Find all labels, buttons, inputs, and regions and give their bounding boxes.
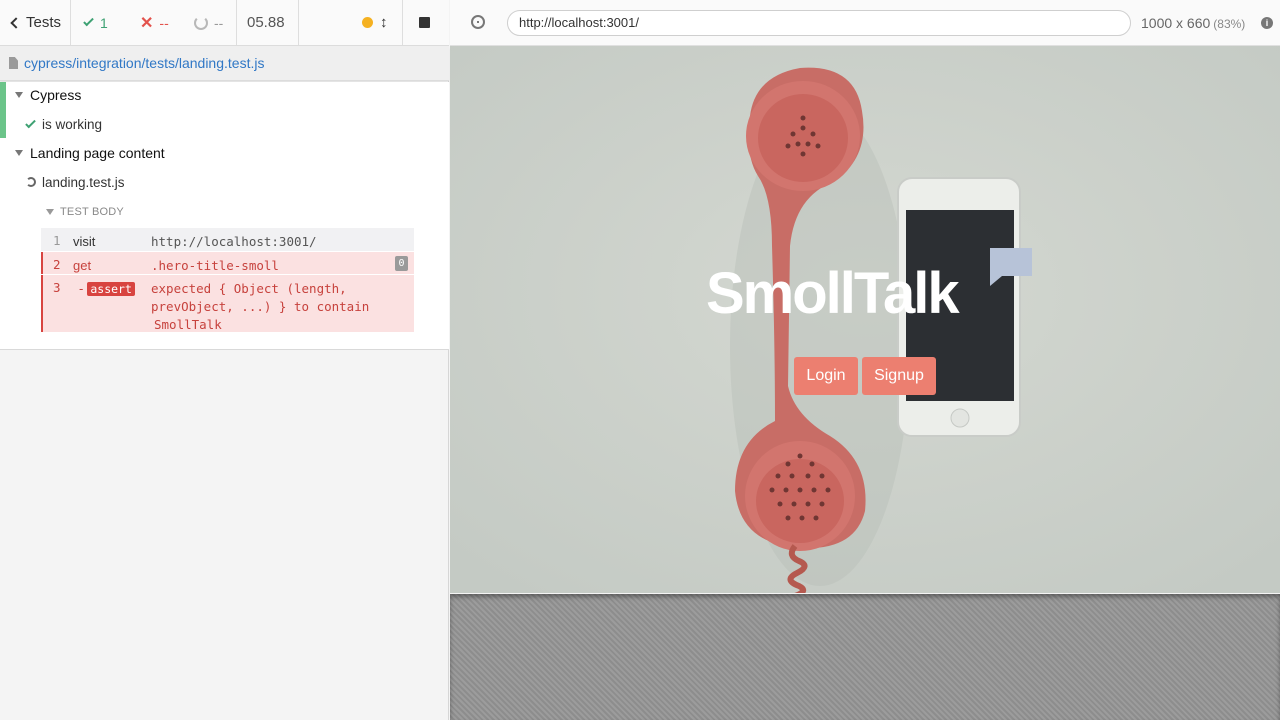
command-name: visit — [73, 234, 96, 249]
viewport-overflow-area — [450, 594, 1280, 720]
check-icon — [83, 15, 94, 27]
caret-down-icon — [15, 150, 23, 156]
command-name: get — [73, 258, 92, 273]
reporter-header: Tests 1 ✕ -- -- 05.88 ↕ — [0, 0, 449, 46]
pending-count-filter[interactable]: -- — [194, 0, 223, 45]
test-body-header[interactable]: TEST BODY — [46, 206, 124, 218]
viewport-scale: (83%) — [1213, 17, 1246, 31]
speech-bubble-icon — [990, 248, 1032, 286]
reporter-panel: Tests 1 ✕ -- -- 05.88 ↕ cypress/integrat… — [0, 0, 449, 720]
command-number: 3 — [53, 280, 61, 295]
hero-title: SmollTalk — [706, 261, 960, 326]
app-preview: SmollTalk Login Signup — [450, 46, 1280, 593]
refresh-icon — [26, 177, 36, 187]
message-line: expected { Object (length, — [151, 281, 347, 296]
command-row[interactable]: 2 get .hero-title-smoll 0 — [41, 252, 414, 274]
file-icon — [9, 57, 18, 69]
command-prefix: - — [79, 281, 84, 296]
duration: 05.88 — [247, 14, 285, 31]
suite-landing-page-content[interactable]: Landing page content — [0, 139, 449, 167]
url-bar[interactable]: http://localhost:3001/ — [507, 10, 1131, 36]
suite-title: Landing page content — [30, 145, 165, 161]
command-message: .hero-title-smoll — [151, 258, 279, 273]
passed-count-filter[interactable]: 1 — [83, 0, 108, 45]
arrows-vertical-icon: ↕ — [380, 14, 388, 31]
info-icon[interactable]: i — [1261, 17, 1273, 29]
suite-title: Cypress — [30, 87, 82, 103]
assert-badge: assert — [87, 282, 135, 296]
back-to-tests-label: Tests — [26, 14, 62, 31]
command-number: 1 — [53, 233, 61, 248]
test-landing-test-js[interactable]: landing.test.js — [0, 168, 449, 196]
stop-icon — [419, 17, 430, 28]
auto-scroll-toggle[interactable] — [362, 0, 373, 45]
command-name: - assert — [79, 281, 135, 296]
caret-down-icon — [46, 209, 54, 215]
test-is-working[interactable]: is working — [0, 110, 449, 138]
chevron-left-icon — [10, 16, 22, 29]
element-count-badge: 0 — [395, 256, 408, 271]
message-line: SmollTalk — [154, 317, 222, 332]
command-number: 2 — [53, 257, 61, 272]
spec-bar: cypress/integration/tests/landing.test.j… — [0, 46, 449, 81]
login-button[interactable]: Login — [794, 357, 858, 395]
test-body-label: TEST BODY — [60, 206, 124, 218]
test-title: landing.test.js — [42, 174, 125, 190]
failed-count: -- — [159, 14, 169, 31]
close-icon: ✕ — [140, 14, 154, 32]
pending-count: -- — [214, 14, 224, 31]
suite-cypress[interactable]: Cypress — [0, 81, 449, 109]
viewport-dimensions: 1000 x 660 — [1141, 15, 1211, 31]
command-message: expected { Object (length, prevObject, .… — [151, 280, 369, 334]
command-row[interactable]: 3 - assert expected { Object (length, pre… — [41, 275, 414, 332]
status-dot-icon — [362, 17, 373, 28]
selector-playground-icon[interactable] — [471, 15, 485, 29]
stop-button[interactable] — [419, 0, 430, 45]
viewport-size: 1000 x 660 (83%) — [1141, 15, 1245, 31]
failed-count-filter[interactable]: ✕ -- — [140, 0, 169, 45]
back-to-tests-button[interactable]: Tests — [8, 0, 61, 45]
test-title: is working — [42, 116, 103, 132]
command-message: http://localhost:3001/ — [151, 234, 317, 249]
command-row[interactable]: 1 visit http://localhost:3001/ — [41, 228, 414, 251]
spec-file-link[interactable]: cypress/integration/tests/landing.test.j… — [24, 55, 264, 71]
message-line: prevObject, ...) } to contain — [151, 299, 370, 314]
passed-count: 1 — [100, 14, 108, 31]
scroll-toggle-button[interactable]: ↕ — [380, 0, 388, 45]
caret-down-icon — [15, 92, 23, 98]
pending-spinner-icon — [194, 15, 208, 30]
check-icon — [25, 117, 36, 128]
signup-button[interactable]: Signup — [862, 357, 936, 395]
